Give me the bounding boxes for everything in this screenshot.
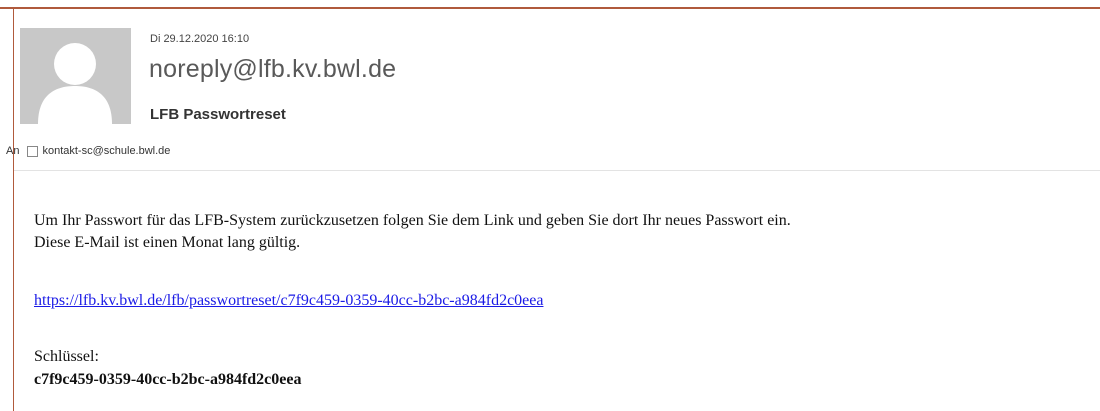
ribbon-edge bbox=[0, 0, 1100, 9]
contact-checkbox-icon bbox=[27, 145, 39, 157]
reading-pane-border bbox=[13, 7, 14, 411]
key-value: c7f9c459-0359-40cc-b2bc-a984fd2c0eea bbox=[34, 371, 302, 388]
sender-avatar-icon bbox=[20, 28, 131, 124]
body-line-1: Um Ihr Passwort für das LFB-System zurüc… bbox=[34, 212, 791, 229]
to-label: An bbox=[6, 145, 20, 157]
recipient-address[interactable]: kontakt-sc@schule.bwl.de bbox=[42, 145, 170, 157]
sent-date: Di 29.12.2020 16:10 bbox=[150, 33, 250, 45]
sender-address[interactable]: noreply@lfb.kv.bwl.de bbox=[149, 55, 396, 84]
body-line-2: Diese E-Mail ist einen Monat lang gültig… bbox=[34, 234, 301, 251]
reset-link[interactable]: https://lfb.kv.bwl.de/lfb/passwortreset/… bbox=[34, 292, 543, 310]
header-divider bbox=[14, 170, 1100, 171]
recipient-row: An kontakt-sc@schule.bwl.de bbox=[6, 145, 170, 157]
email-subject: LFB Passwortreset bbox=[150, 106, 286, 123]
key-label: Schlüssel: bbox=[34, 348, 99, 365]
